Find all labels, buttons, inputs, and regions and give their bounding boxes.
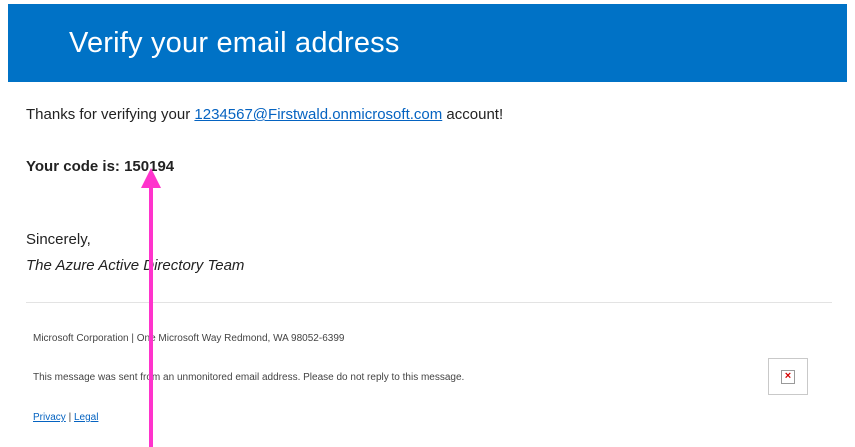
footer-corporation: Microsoft Corporation | One Microsoft Wa… [33, 333, 345, 344]
thanks-suffix: account! [446, 106, 504, 123]
footer-divider [26, 302, 832, 303]
broken-image-icon: × [768, 358, 808, 395]
privacy-link[interactable]: Privacy [33, 412, 66, 423]
team-signature: The Azure Active Directory Team [26, 257, 245, 274]
verification-code: Your code is: 150194 [26, 158, 175, 175]
legal-link[interactable]: Legal [74, 412, 98, 423]
footer-notice: This message was sent from an unmonitore… [33, 372, 465, 383]
email-header: Verify your email address [8, 4, 847, 82]
thanks-prefix: Thanks for verifying your [26, 106, 191, 123]
sign-off: Sincerely, [26, 231, 91, 248]
account-link[interactable]: 1234567@Firstwald.onmicrosoft.com [194, 106, 442, 123]
link-separator: | [68, 412, 72, 423]
email-title: Verify your email address [69, 26, 400, 59]
thanks-line: Thanks for verifying your 1234567@Firstw… [26, 106, 503, 123]
footer-links: Privacy | Legal [33, 412, 98, 423]
broken-image-x-icon: × [781, 369, 795, 384]
